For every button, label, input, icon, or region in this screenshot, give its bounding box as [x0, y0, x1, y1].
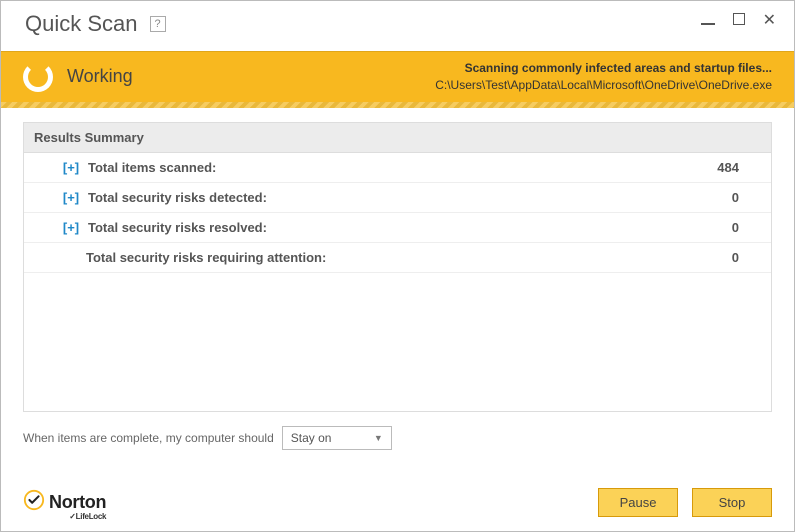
- results-header: Results Summary: [24, 123, 771, 153]
- status-banner: Working Scanning commonly infected areas…: [1, 51, 794, 108]
- table-row: [+] Total items scanned: 484: [24, 153, 771, 183]
- maximize-icon: [733, 13, 745, 25]
- maximize-button[interactable]: [733, 12, 745, 30]
- footer: Norton ✓LifeLock Pause Stop: [1, 478, 794, 531]
- pause-button[interactable]: Pause: [598, 488, 678, 517]
- expand-toggle[interactable]: [+]: [56, 190, 86, 205]
- row-value: 484: [699, 160, 759, 175]
- content-area: Results Summary [+] Total items scanned:…: [1, 108, 794, 412]
- row-label: Total security risks requiring attention…: [86, 250, 699, 265]
- completion-label: When items are complete, my computer sho…: [23, 431, 274, 445]
- status-message: Scanning commonly infected areas and sta…: [435, 60, 772, 77]
- help-button[interactable]: ?: [150, 16, 166, 32]
- footer-buttons: Pause Stop: [598, 488, 772, 517]
- chevron-down-icon: ▼: [374, 433, 383, 443]
- completion-dropdown[interactable]: Stay on ▼: [282, 426, 392, 450]
- dropdown-selected: Stay on: [291, 431, 332, 445]
- row-label: Total security risks detected:: [88, 190, 699, 205]
- spinner-icon: [23, 62, 53, 92]
- window-title: Quick Scan: [25, 11, 138, 37]
- row-label: Total items scanned:: [88, 160, 699, 175]
- results-panel: Results Summary [+] Total items scanned:…: [23, 122, 772, 412]
- expand-toggle[interactable]: [+]: [56, 160, 86, 175]
- stop-button[interactable]: Stop: [692, 488, 772, 517]
- minimize-icon: [701, 23, 715, 25]
- row-value: 0: [699, 220, 759, 235]
- table-row: [+] Total security risks resolved: 0: [24, 213, 771, 243]
- table-row: Total security risks requiring attention…: [24, 243, 771, 273]
- brand-name-text: Norton: [49, 492, 106, 512]
- close-button[interactable]: ✕: [763, 13, 776, 29]
- status-details: Scanning commonly infected areas and sta…: [435, 60, 772, 94]
- brand-subtext: ✓LifeLock: [69, 512, 106, 521]
- expand-toggle[interactable]: [+]: [56, 220, 86, 235]
- row-value: 0: [699, 250, 759, 265]
- row-label: Total security risks resolved:: [88, 220, 699, 235]
- status-path: C:\Users\Test\AppData\Local\Microsoft\On…: [435, 77, 772, 94]
- brand-logo: Norton ✓LifeLock: [23, 489, 106, 516]
- window-controls: ✕: [701, 12, 776, 30]
- completion-row: When items are complete, my computer sho…: [1, 412, 794, 450]
- titlebar: Quick Scan ? ✕: [1, 1, 794, 51]
- check-shield-icon: [23, 489, 45, 516]
- minimize-button[interactable]: [701, 12, 715, 30]
- table-row: [+] Total security risks detected: 0: [24, 183, 771, 213]
- status-label: Working: [67, 66, 133, 87]
- row-value: 0: [699, 190, 759, 205]
- brand-name: Norton ✓LifeLock: [49, 492, 106, 513]
- titlebar-left: Quick Scan ?: [25, 11, 166, 37]
